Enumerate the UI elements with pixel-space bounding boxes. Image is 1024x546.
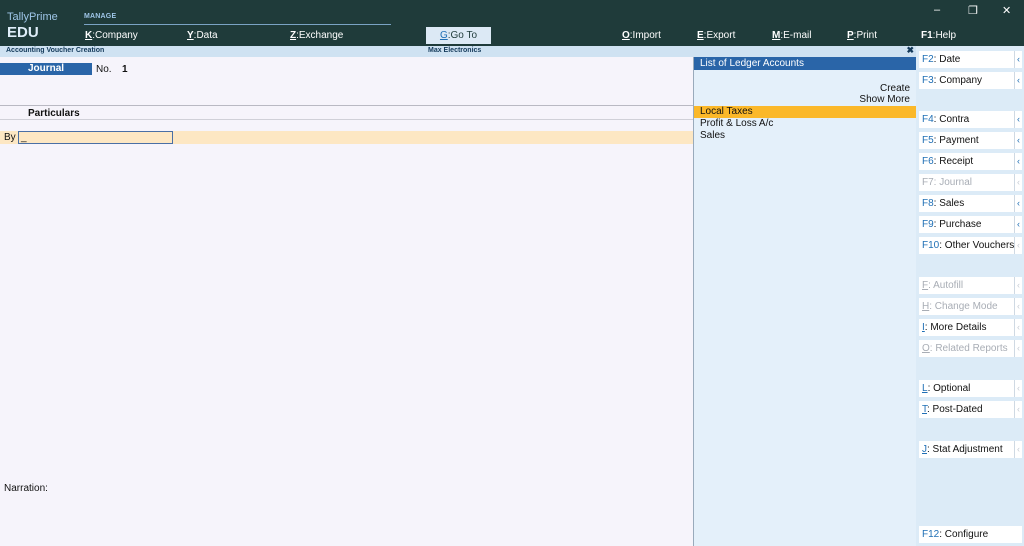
payment-button[interactable]: F5: Payment ‹ [919,132,1022,149]
menu-data[interactable]: Y:Data [187,30,218,41]
menu-import[interactable]: O:Import [622,30,661,41]
manage-divider [84,24,391,25]
voucher-entry-area: Journal No. 1 Particulars By _ Narration… [0,57,693,546]
entry-row: By _ [0,131,693,144]
menu-help[interactable]: F1:Help [921,30,956,41]
voucher-type-badge[interactable]: Journal [0,63,92,75]
app-logo: TallyPrime EDU [7,12,58,41]
chevron-left-icon: ‹ [1014,401,1022,418]
screen-title: Accounting Voucher Creation [6,47,105,54]
ledger-item[interactable]: Sales [694,130,916,142]
voucher-number-label: No. [96,64,112,75]
chevron-left-icon: ‹ [1014,72,1022,89]
chevron-left-icon: ‹ [1014,277,1022,294]
purchase-button[interactable]: F9: Purchase ‹ [919,216,1022,233]
voucher-number: 1 [122,64,128,75]
menu-exchange[interactable]: Z:Exchange [290,30,343,41]
close-screen-icon[interactable]: ✖ [906,45,914,56]
chevron-left-icon: ‹ [1014,153,1022,170]
menu-email[interactable]: M:E-mail [772,30,811,41]
brand-edition: EDU [7,24,39,41]
menu-go-to[interactable]: G:Go To [426,27,491,44]
chevron-left-icon: ‹ [1014,195,1022,212]
ledger-input[interactable]: _ [18,131,173,144]
particulars-column-header: Particulars [28,108,80,119]
date-button[interactable]: F2: Date ‹ [919,51,1022,68]
ledger-list-panel: List of Ledger Accounts Create Show More… [693,57,916,546]
create-ledger-button[interactable]: Create [880,83,910,94]
close-window-icon[interactable]: ✕ [1002,4,1011,17]
receipt-button[interactable]: F6: Receipt ‹ [919,153,1022,170]
chevron-left-icon: ‹ [1014,298,1022,315]
brand-name: TallyPrime [7,11,58,23]
right-button-bar: F2: Date ‹ F3: Company ‹ F4: Contra ‹ F5: P… [916,46,1024,546]
ledger-item[interactable]: Local Taxes [694,106,916,118]
ledger-item[interactable]: Profit & Loss A/c [694,118,916,130]
column-divider [0,119,693,120]
menu-company[interactable]: K:Company [85,30,138,41]
chevron-left-icon: ‹ [1014,340,1022,357]
menu-print[interactable]: P:Print [847,30,877,41]
stat-adjustment-button[interactable]: J: Stat Adjustment ‹ [919,441,1022,458]
chevron-left-icon: ‹ [1014,111,1022,128]
manage-section-label: MANAGE [84,13,117,20]
sales-button[interactable]: F8: Sales ‹ [919,195,1022,212]
change-mode-button[interactable]: H: Change Mode ‹ [919,298,1022,315]
by-label: By [4,132,16,143]
top-menu-bar: TallyPrime EDU MANAGE K:Company Y:Data Z… [0,0,1024,46]
chevron-left-icon: ‹ [1014,441,1022,458]
chevron-left-icon: ‹ [1014,174,1022,191]
chevron-left-icon: ‹ [1014,51,1022,68]
show-more-button[interactable]: Show More [859,94,910,105]
post-dated-button[interactable]: T: Post-Dated ‹ [919,401,1022,418]
chevron-left-icon: ‹ [1014,319,1022,336]
chevron-left-icon: ‹ [1014,216,1022,233]
menu-export[interactable]: E:Export [697,30,735,41]
contra-button[interactable]: F4: Contra ‹ [919,111,1022,128]
more-details-button[interactable]: I: More Details ‹ [919,319,1022,336]
company-button[interactable]: F3: Company ‹ [919,72,1022,89]
autofill-button[interactable]: F: Autofill ‹ [919,277,1022,294]
narration-label: Narration: [4,483,48,494]
related-reports-button[interactable]: O: Related Reports ‹ [919,340,1022,357]
screen-title-bar: Accounting Voucher Creation Max Electron… [0,45,916,57]
header-divider [0,105,693,106]
company-name: Max Electronics [428,47,482,54]
optional-button[interactable]: L: Optional ‹ [919,380,1022,397]
minimize-icon[interactable]: – [934,4,940,16]
chevron-left-icon: ‹ [1014,132,1022,149]
ledger-list: Local Taxes Profit & Loss A/c Sales [694,106,916,142]
ledger-list-title: List of Ledger Accounts [694,57,916,70]
chevron-left-icon: ‹ [1014,237,1022,254]
restore-icon[interactable]: ❐ [968,4,978,17]
journal-button[interactable]: F7: Journal ‹ [919,174,1022,191]
chevron-left-icon: ‹ [1014,380,1022,397]
other-vouchers-button[interactable]: F10: Other Vouchers ‹ [919,237,1022,254]
configure-button[interactable]: F12: Configure [919,526,1022,543]
